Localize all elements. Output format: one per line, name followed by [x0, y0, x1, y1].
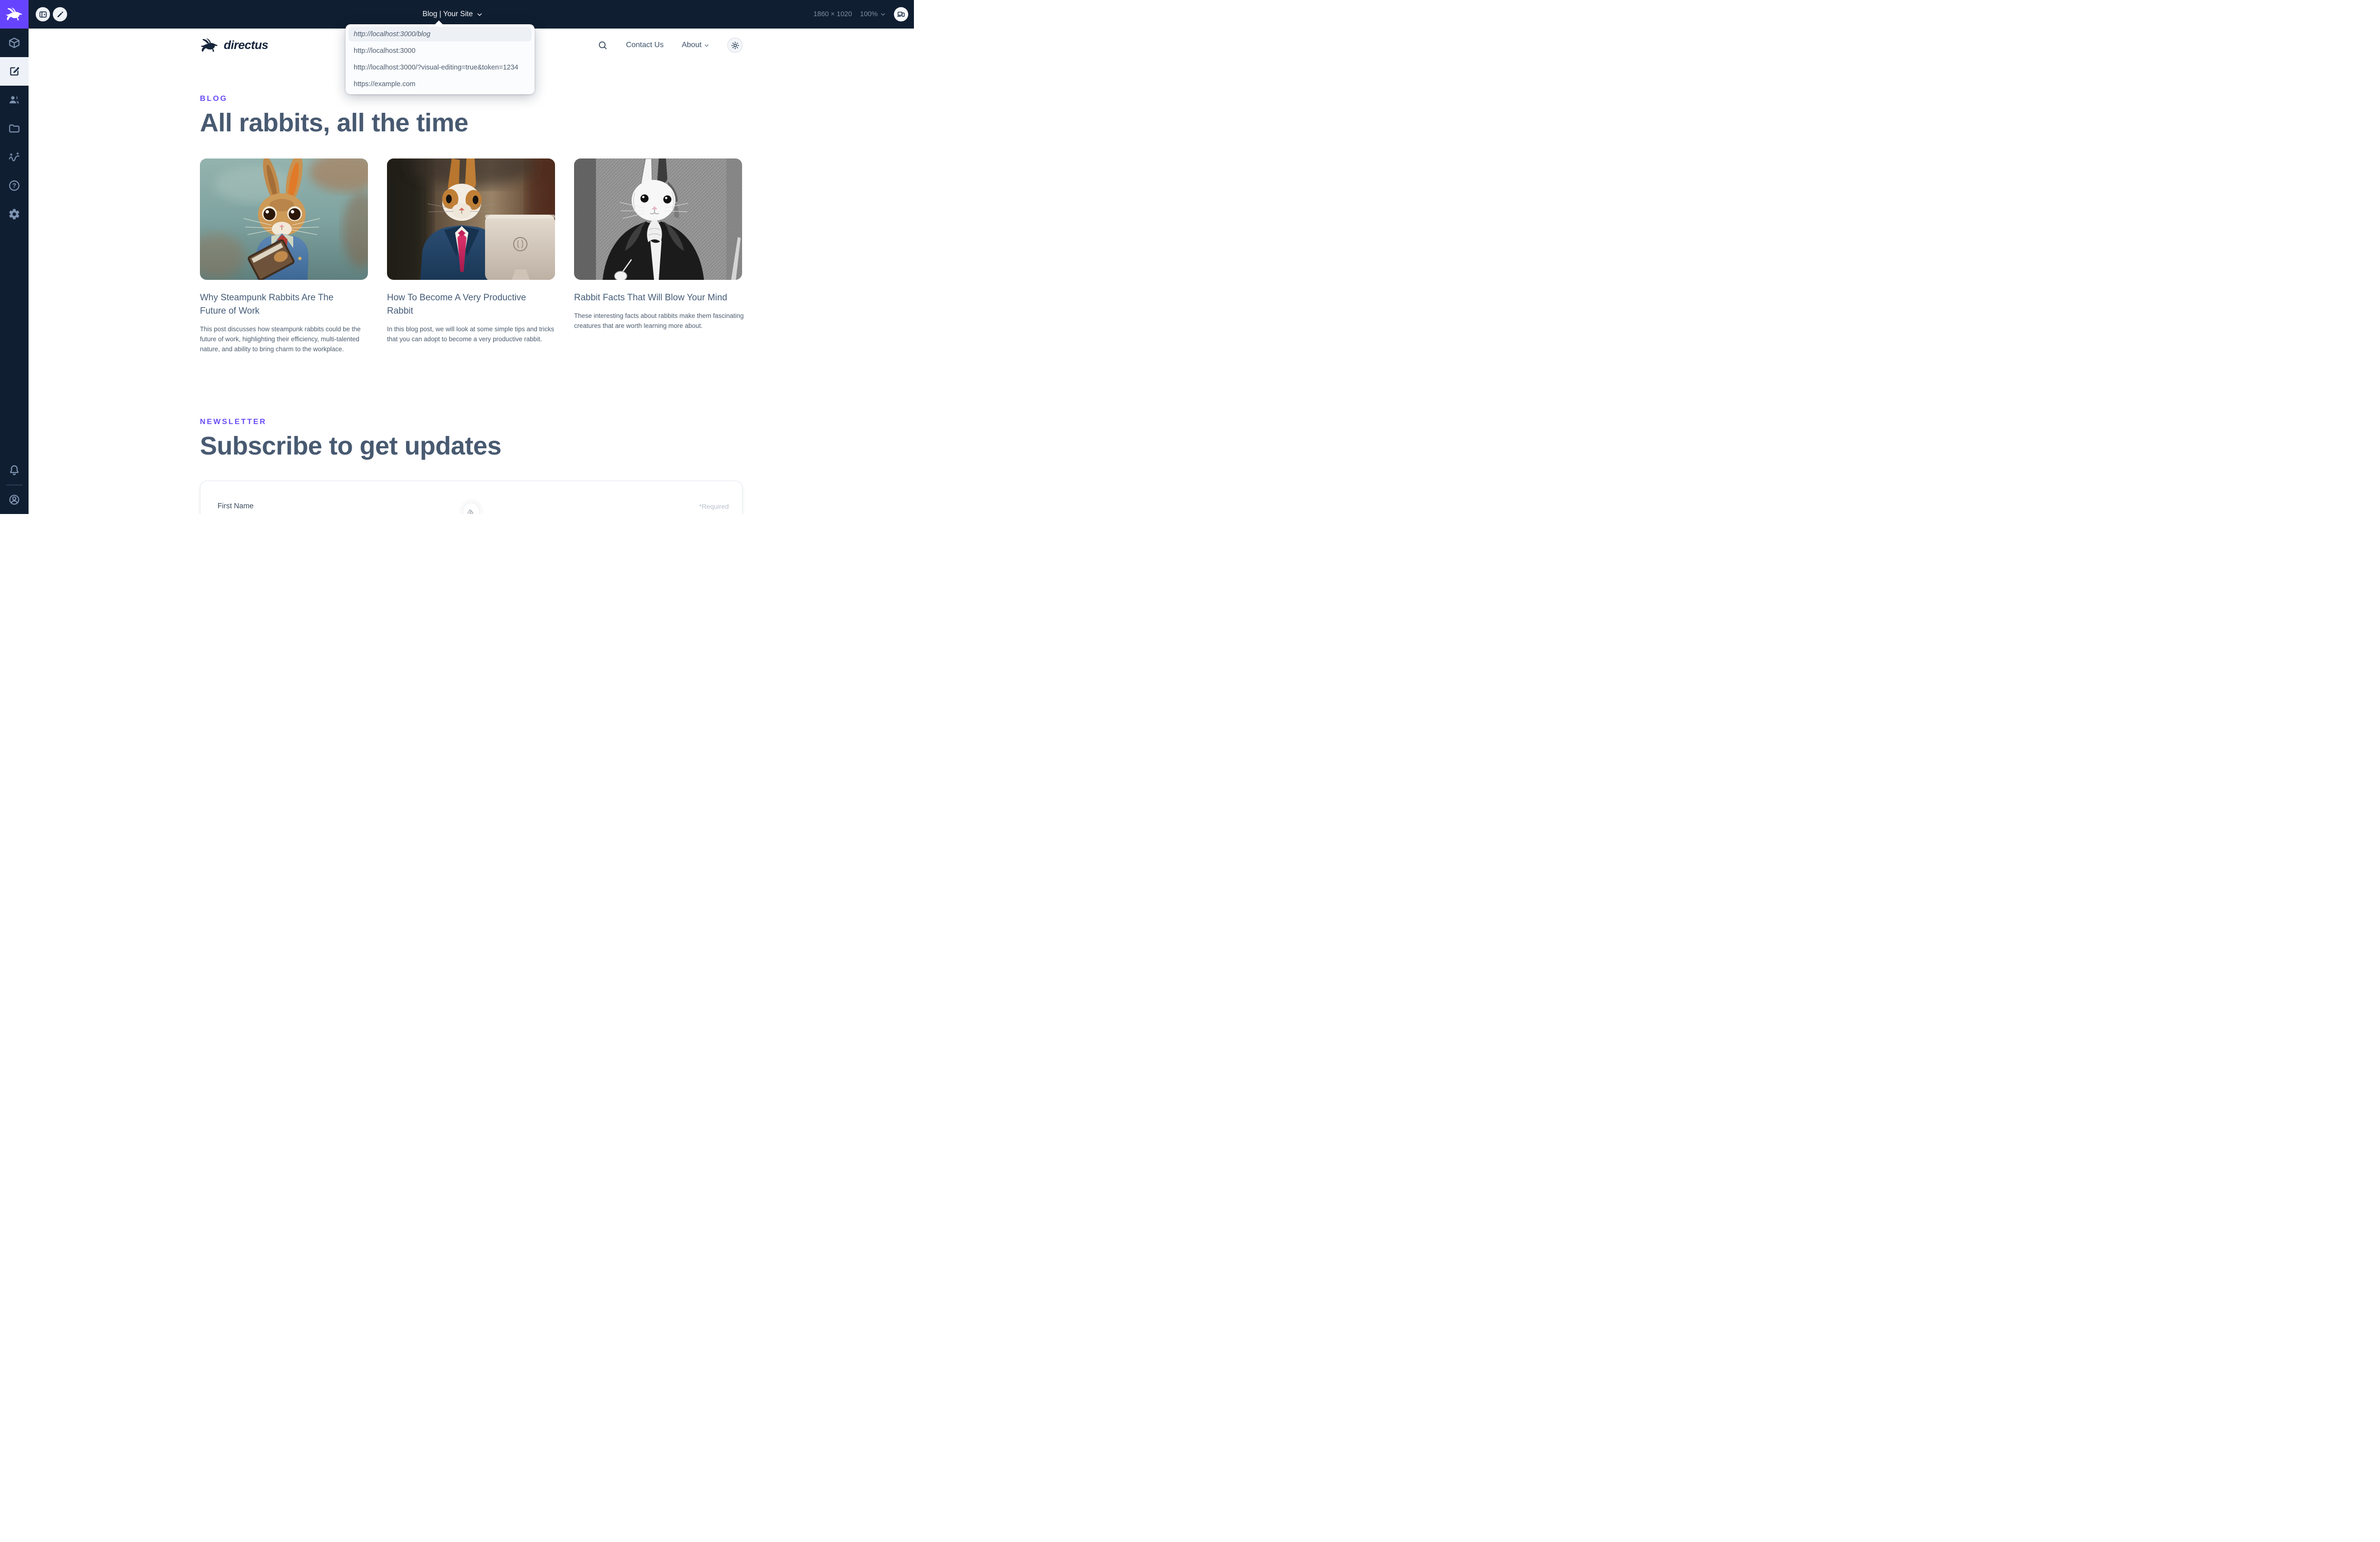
url-option[interactable]: https://example.com: [348, 77, 532, 91]
module-bar: ?: [0, 0, 29, 514]
blog-eyebrow: BLOG: [200, 95, 228, 103]
edit-mode-button[interactable]: [53, 7, 67, 21]
sidebar-item-content[interactable]: [0, 29, 29, 57]
nuxt-mountains-icon: [466, 506, 476, 514]
box-3d-icon: [8, 37, 20, 49]
required-hint: *Required: [699, 503, 729, 510]
topbar-right: 1860 × 1020 100%: [813, 0, 908, 29]
url-option[interactable]: http://localhost:3000/?visual-editing=tr…: [348, 60, 532, 75]
rabbit-logo-icon: [200, 39, 219, 52]
post-title: Rabbit Facts That Will Blow Your Mind: [574, 291, 742, 305]
sidebar-item-settings[interactable]: [0, 200, 29, 228]
site-preview: directus Contact Us About BLOG All rabbi…: [29, 29, 914, 514]
post-description: These interesting facts about rabbits ma…: [574, 311, 746, 331]
viewport-size: 1860 × 1020: [813, 10, 852, 18]
notifications-button[interactable]: [0, 456, 29, 484]
nav-about[interactable]: About: [682, 41, 709, 49]
post-image-victorian-rabbit: [574, 158, 742, 280]
zoom-level: 100%: [860, 10, 878, 18]
url-option[interactable]: http://localhost:3000: [348, 43, 532, 58]
url-dropdown: http://localhost:3000/blog http://localh…: [346, 24, 535, 94]
chevron-down-icon: [704, 43, 709, 48]
post-title: How To Become A Very Productive Rabbit: [387, 291, 544, 318]
newsletter-eyebrow: NEWSLETTER: [200, 418, 267, 426]
chevron-down-icon: [476, 11, 483, 18]
sidebar-item-help[interactable]: ?: [0, 171, 29, 200]
brand-name: directus: [224, 39, 268, 52]
devices-icon: [897, 10, 905, 19]
post-image-business-rabbit: [387, 158, 555, 280]
post-description: This post discusses how steampunk rabbit…: [200, 324, 372, 354]
pencil-icon: [56, 10, 64, 19]
help-circle-icon: ?: [8, 179, 20, 192]
sidebar-item-files[interactable]: [0, 114, 29, 143]
svg-text:?: ?: [12, 182, 16, 189]
site-switcher-label: Blog | Your Site: [423, 10, 473, 19]
newsletter-title: Subscribe to get updates: [200, 431, 501, 461]
responsive-preview-button[interactable]: [894, 7, 908, 21]
sidebar-bottom: [0, 456, 29, 514]
chevron-down-icon: [880, 11, 886, 17]
site-nav: Contact Us About: [598, 38, 743, 53]
sidebar-item-visual-editor[interactable]: [0, 57, 29, 86]
insights-wave-icon: [8, 151, 20, 163]
sun-icon: [731, 41, 740, 50]
module-nav: ?: [0, 29, 29, 228]
dropdown-pointer: [435, 20, 443, 24]
nav-contact-us[interactable]: Contact Us: [626, 41, 664, 49]
sidebar-item-insights[interactable]: [0, 143, 29, 171]
account-circle-icon: [8, 494, 20, 506]
site-logo[interactable]: directus: [200, 39, 268, 52]
folder-icon: [8, 122, 20, 135]
collapse-panel-icon: [39, 10, 48, 19]
search-icon[interactable]: [598, 40, 608, 50]
post-card[interactable]: How To Become A Very Productive Rabbit I…: [387, 158, 555, 354]
theme-toggle-button[interactable]: [727, 38, 743, 53]
post-card[interactable]: Why Steampunk Rabbits Are The Future of …: [200, 158, 368, 354]
edit-square-icon: [8, 65, 20, 78]
sidebar-item-users[interactable]: [0, 86, 29, 114]
account-button[interactable]: [0, 485, 29, 514]
post-card[interactable]: Rabbit Facts That Will Blow Your Mind Th…: [574, 158, 742, 354]
page-title: All rabbits, all the time: [200, 108, 468, 138]
url-option[interactable]: http://localhost:3000/blog: [348, 27, 532, 41]
post-image-steampunk-rabbit: [200, 158, 368, 280]
directus-rabbit-logo[interactable]: [0, 0, 29, 29]
settings-gear-icon: [8, 208, 20, 220]
users-icon: [8, 94, 20, 106]
zoom-select[interactable]: 100%: [860, 10, 886, 18]
post-title: Why Steampunk Rabbits Are The Future of …: [200, 291, 343, 318]
post-description: In this blog post, we will look at some …: [387, 324, 559, 344]
posts-grid: Why Steampunk Rabbits Are The Future of …: [200, 158, 742, 354]
bell-icon: [8, 464, 20, 476]
first-name-label: First Name: [218, 502, 254, 511]
collapse-panel-button[interactable]: [36, 7, 50, 21]
